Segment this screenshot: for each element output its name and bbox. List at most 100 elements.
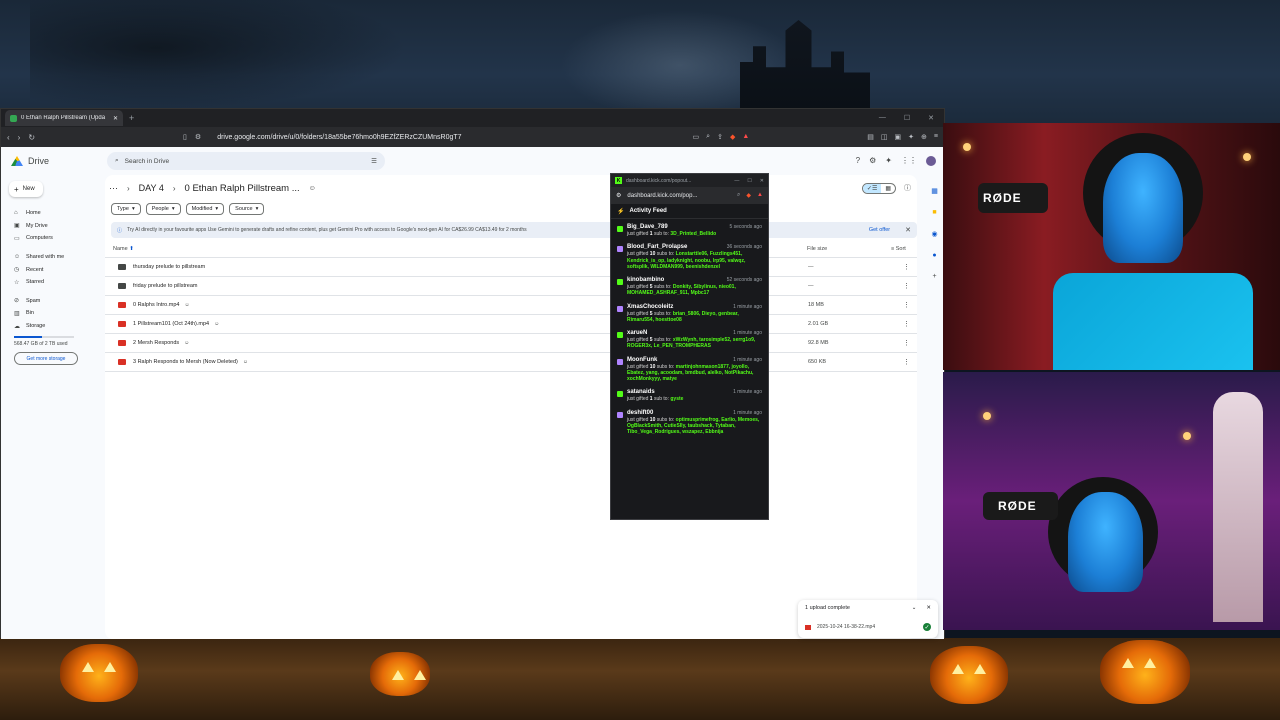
contacts-icon[interactable]: ● <box>932 252 936 259</box>
filter-modified[interactable]: Modified ▾ <box>185 203 225 215</box>
leo-icon[interactable]: ✦ <box>908 133 914 141</box>
new-button[interactable]: + New <box>9 181 43 197</box>
more-actions-icon[interactable]: ⋮ <box>903 339 917 347</box>
bookmark-icon[interactable]: ▯ <box>183 133 187 141</box>
event-top: Blood_Fart_Prolapse 36 seconds ago <box>627 244 762 250</box>
column-size[interactable]: File size <box>807 246 891 252</box>
site-info-icon[interactable]: ⚙ <box>616 192 621 199</box>
maximize-icon[interactable]: ☐ <box>904 114 910 122</box>
share-icon[interactable]: ⇪ <box>717 133 723 141</box>
event-user[interactable]: kinobambino <box>627 277 664 283</box>
sidebar-item-bin[interactable]: ▥ Bin <box>1 307 105 320</box>
browser-tab[interactable]: 0 Ethan Ralph Pillstream (Upda ✕ <box>5 110 123 126</box>
event-time: 1 minute ago <box>733 389 762 396</box>
info-icon[interactable]: ⓘ <box>904 183 911 193</box>
tasks-icon[interactable]: ◉ <box>931 230 937 238</box>
filter-people[interactable]: People ▾ <box>145 203 181 215</box>
minimize-icon[interactable]: — <box>879 114 886 122</box>
extensions-icon[interactable]: ◫ <box>881 133 888 141</box>
event-user[interactable]: deshift00 <box>627 410 653 416</box>
event-user[interactable]: satanaids <box>627 389 655 395</box>
more-actions-icon[interactable]: ⋮ <box>903 301 917 309</box>
webcam-bottom: RØDE <box>943 372 1280 630</box>
cast-icon[interactable]: ▭ <box>693 133 700 141</box>
breadcrumb-current[interactable]: 0 Ethan Ralph Pillstream ... <box>185 183 300 194</box>
apps-grid-icon[interactable]: ⋮⋮ <box>901 156 917 166</box>
minimize-icon[interactable]: — <box>734 178 739 184</box>
brave-shield-icon[interactable]: ◆ <box>746 192 751 199</box>
zoom-icon[interactable]: ⌕ <box>737 192 740 199</box>
add-addon-icon[interactable]: + <box>932 273 936 280</box>
keep-icon[interactable]: ■ <box>932 209 936 216</box>
filter-source[interactable]: Source ▾ <box>229 203 265 215</box>
sidebar-icon[interactable]: ▤ <box>867 133 874 141</box>
folder-icon <box>118 264 126 270</box>
close-window-icon[interactable]: ✕ <box>928 114 934 122</box>
help-icon[interactable]: ? <box>856 156 860 166</box>
sidebar-item-home[interactable]: ⌂ Home <box>1 207 105 220</box>
brave-shield-icon[interactable]: ◆ <box>730 133 735 141</box>
wallet-icon[interactable]: ▣ <box>895 133 902 141</box>
event-time: 5 seconds ago <box>729 224 762 230</box>
reload-icon[interactable]: ↻ <box>28 133 35 142</box>
back-icon[interactable]: ‹ <box>7 133 10 142</box>
sidebar-item-starred[interactable]: ☆ Starred <box>1 276 105 289</box>
table-row[interactable]: 1 Pillstream101 (Oct 24th).mp4 ☺ 2.01 GB ⋮ <box>105 315 917 334</box>
sidebar-item-spam[interactable]: ⊘ Spam <box>1 295 105 308</box>
close-window-icon[interactable]: ✕ <box>760 178 764 184</box>
event-user[interactable]: XmasChocoleitz <box>627 304 673 310</box>
event-user[interactable]: xaruеN <box>627 330 647 336</box>
sidebar-item-my-drive[interactable]: ▣ My Drive <box>1 220 105 233</box>
search-input[interactable]: ⌕ Search in Drive ☰ <box>107 152 385 170</box>
list-view-icon[interactable]: ✓☰ <box>862 183 882 193</box>
event-user[interactable]: MoonFunk <box>627 357 657 363</box>
table-row[interactable]: 2 Mersh Responds ☺ 92.8 MB ⋮ <box>105 334 917 353</box>
shared-icon: ☺ <box>242 359 248 365</box>
sort-button[interactable]: ≡ Sort <box>891 246 917 252</box>
search-options-icon[interactable]: ☰ <box>371 157 377 165</box>
calendar-icon[interactable]: ▦ <box>931 187 938 195</box>
breadcrumb-parent[interactable]: DAY 4 <box>139 183 164 193</box>
drive-logo[interactable]: Drive <box>11 156 107 166</box>
gemini-icon[interactable]: ✦ <box>885 156 892 166</box>
sidebar-item-recent[interactable]: ◷ Recent <box>1 263 105 276</box>
chevron-down-icon[interactable]: ⌄ <box>912 605 917 611</box>
more-actions-icon[interactable]: ⋮ <box>903 282 917 290</box>
table-row[interactable]: 3 Ralph Responds to Mersh (Now Deleted) ☺… <box>105 353 917 372</box>
grid-view-icon[interactable]: ▦ <box>881 184 895 193</box>
sidebar-item-computers[interactable]: ▭ Computers <box>1 232 105 245</box>
popup-url[interactable]: dashboard.kick.com/pop... <box>627 193 697 199</box>
close-icon[interactable]: ✕ <box>905 226 911 234</box>
table-row[interactable]: friday prelude to pillstream — ⋮ <box>105 277 917 296</box>
file-size: 18 MB <box>808 302 824 308</box>
vpn-icon[interactable]: ⊕ <box>921 133 927 141</box>
menu-icon[interactable]: ≡ <box>934 133 938 141</box>
table-row[interactable]: thursday prelude to pillstream — ⋮ <box>105 258 917 277</box>
table-row[interactable]: 0 Ralphs Intro.mp4 ☺ 18 MB ⋮ <box>105 296 917 315</box>
close-tab-icon[interactable]: ✕ <box>113 115 118 122</box>
close-icon[interactable]: ✕ <box>926 605 931 611</box>
avatar[interactable] <box>926 156 936 166</box>
url-field[interactable]: drive.google.com/drive/u/0/folders/18a55… <box>217 134 461 141</box>
sidebar-item-shared[interactable]: ☺ Shared with me <box>1 251 105 264</box>
maximize-icon[interactable]: ☐ <box>747 178 751 184</box>
settings-icon[interactable]: ⚙ <box>869 156 876 166</box>
filter-type[interactable]: Type ▾ <box>111 203 141 215</box>
forward-icon[interactable]: › <box>18 133 21 142</box>
event-user[interactable]: Big_Dave_789 <box>627 224 668 230</box>
site-info-icon[interactable]: ⚙ <box>195 133 201 141</box>
sidebar-item-storage[interactable]: ☁ Storage <box>1 320 105 333</box>
rewards-icon[interactable]: ▲ <box>757 192 763 199</box>
rewards-icon[interactable]: ▲ <box>742 133 749 141</box>
gift-recipients: optimusprimefrog, Earlio, Memoes, OgBlac… <box>627 416 760 436</box>
new-tab-icon[interactable]: + <box>129 113 134 123</box>
event-body: Big_Dave_789 5 seconds ago just gifted 1 s… <box>627 224 762 237</box>
event-user[interactable]: Blood_Fart_Prolapse <box>627 244 687 250</box>
more-crumbs-icon[interactable]: ··· <box>109 183 118 193</box>
more-actions-icon[interactable]: ⋮ <box>903 320 917 328</box>
more-actions-icon[interactable]: ⋮ <box>903 263 917 271</box>
more-actions-icon[interactable]: ⋮ <box>903 358 917 366</box>
get-offer-button[interactable]: Get offer <box>869 227 890 233</box>
get-more-storage-button[interactable]: Get more storage <box>14 352 78 366</box>
zoom-icon[interactable]: ⌕ <box>706 133 710 141</box>
